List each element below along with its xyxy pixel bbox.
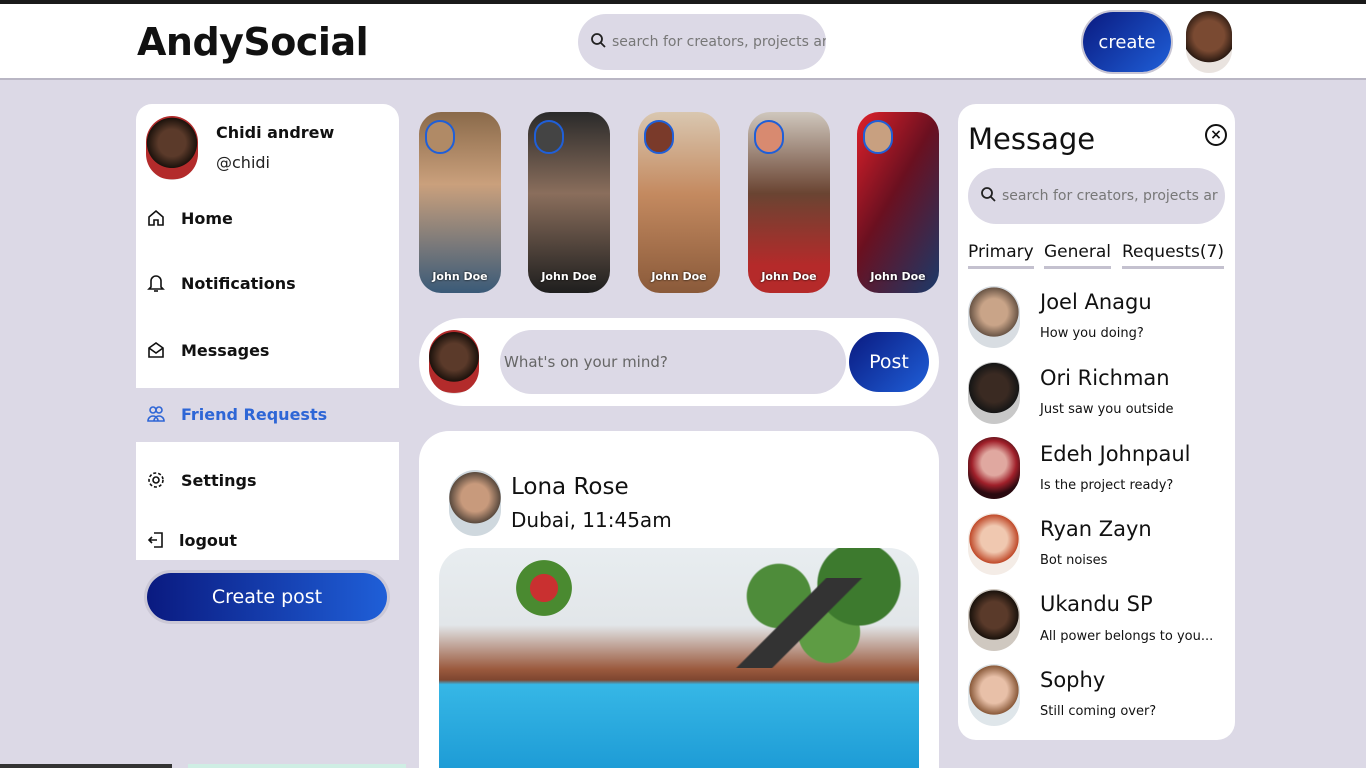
story-name: John Doe xyxy=(432,270,488,283)
contact-avatar[interactable] xyxy=(968,513,1020,575)
profile-avatar[interactable] xyxy=(146,116,198,180)
post-button[interactable]: Post xyxy=(849,332,929,392)
composer-avatar xyxy=(429,330,479,394)
contact-avatar[interactable] xyxy=(968,437,1020,499)
sidebar-item-notifications[interactable]: Notifications xyxy=(146,273,296,293)
create-button[interactable]: create xyxy=(1083,12,1171,72)
create-post-button[interactable]: Create post xyxy=(147,573,387,621)
contact-avatar[interactable] xyxy=(968,664,1020,726)
sidebar-item-messages[interactable]: Messages xyxy=(146,340,269,360)
contact-preview: Is the project ready? xyxy=(1040,478,1174,493)
feed-author-avatar[interactable] xyxy=(449,470,501,536)
home-icon xyxy=(146,208,166,228)
story-avatar xyxy=(863,120,893,154)
contact-name[interactable]: Sophy xyxy=(1040,668,1105,692)
story-avatar xyxy=(644,120,674,154)
sidebar-item-home[interactable]: Home xyxy=(146,208,233,228)
app-logo[interactable]: AndySocial xyxy=(137,20,369,64)
sidebar-item-label: Home xyxy=(181,208,233,228)
search-placeholder: search for creators, projects ar xyxy=(612,34,826,50)
feed-post-image[interactable] xyxy=(439,548,919,768)
feed-location: Dubai, 11:45am xyxy=(511,508,672,532)
sidebar-item-label: Messages xyxy=(181,340,270,360)
sidebar-item-label: logout xyxy=(179,530,237,550)
contact-name[interactable]: Ori Richman xyxy=(1040,366,1170,390)
global-search-input[interactable]: search for creators, projects ar xyxy=(578,14,826,70)
story-name: John Doe xyxy=(541,270,597,283)
contact-preview: Still coming over? xyxy=(1040,704,1157,719)
user-avatar[interactable] xyxy=(1186,11,1232,73)
users-icon xyxy=(146,404,166,424)
story-avatar xyxy=(425,120,455,154)
profile-handle: @chidi xyxy=(216,153,270,172)
close-icon[interactable]: × xyxy=(1205,124,1227,146)
messages-title: Message xyxy=(968,122,1096,156)
contact-name[interactable]: Ryan Zayn xyxy=(1040,517,1152,541)
messages-search-input[interactable]: search for creators, projects ar xyxy=(968,168,1225,224)
bottom-scrollbar-track xyxy=(188,764,406,768)
story-card[interactable]: John Doe xyxy=(528,112,610,293)
logout-icon xyxy=(146,530,166,550)
contact-avatar[interactable] xyxy=(968,589,1020,651)
top-navbar: AndySocial search for creators, projects… xyxy=(0,4,1366,80)
story-avatar xyxy=(754,120,784,154)
story-name: John Doe xyxy=(870,270,926,283)
contact-preview: Bot noises xyxy=(1040,553,1108,568)
gear-icon xyxy=(146,470,166,490)
contact-preview: All power belongs to you... xyxy=(1040,629,1214,644)
bottom-scrollbar[interactable] xyxy=(0,764,172,768)
sidebar-item-friend-requests[interactable]: Friend Requests xyxy=(146,404,327,424)
contact-preview: Just saw you outside xyxy=(1040,402,1174,417)
bell-icon xyxy=(146,273,166,293)
tab-requests[interactable]: Requests(7) xyxy=(1122,242,1224,269)
contact-name[interactable]: Edeh Johnpaul xyxy=(1040,442,1191,466)
contact-avatar[interactable] xyxy=(968,286,1020,348)
sidebar-item-label: Friend Requests xyxy=(181,404,328,424)
sidebar-item-label: Notifications xyxy=(181,273,296,293)
contact-avatar[interactable] xyxy=(968,362,1020,424)
story-card[interactable]: John Doe xyxy=(638,112,720,293)
photo-flowers xyxy=(509,558,579,618)
contact-name[interactable]: Joel Anagu xyxy=(1040,290,1152,314)
contact-preview: How you doing? xyxy=(1040,326,1144,341)
search-icon xyxy=(590,32,606,52)
story-card[interactable]: John Doe xyxy=(748,112,830,293)
contact-name[interactable]: Ukandu SP xyxy=(1040,592,1153,616)
story-name: John Doe xyxy=(761,270,817,283)
profile-name: Chidi andrew xyxy=(216,123,335,142)
search-icon xyxy=(980,186,996,206)
story-card[interactable]: John Doe xyxy=(857,112,939,293)
tab-primary[interactable]: Primary xyxy=(968,242,1034,269)
tab-general[interactable]: General xyxy=(1044,242,1111,269)
story-card[interactable]: John Doe xyxy=(419,112,501,293)
photo-chairs xyxy=(729,578,879,668)
composer-input[interactable]: What's on your mind? xyxy=(500,330,846,394)
sidebar-item-settings[interactable]: Settings xyxy=(146,470,257,490)
mail-icon xyxy=(146,340,166,360)
feed-author-name[interactable]: Lona Rose xyxy=(511,474,629,500)
sidebar-item-logout[interactable]: logout xyxy=(146,530,237,550)
search-placeholder: search for creators, projects ar xyxy=(1002,188,1218,204)
sidebar-item-label: Settings xyxy=(181,470,257,490)
story-avatar xyxy=(534,120,564,154)
story-name: John Doe xyxy=(651,270,707,283)
